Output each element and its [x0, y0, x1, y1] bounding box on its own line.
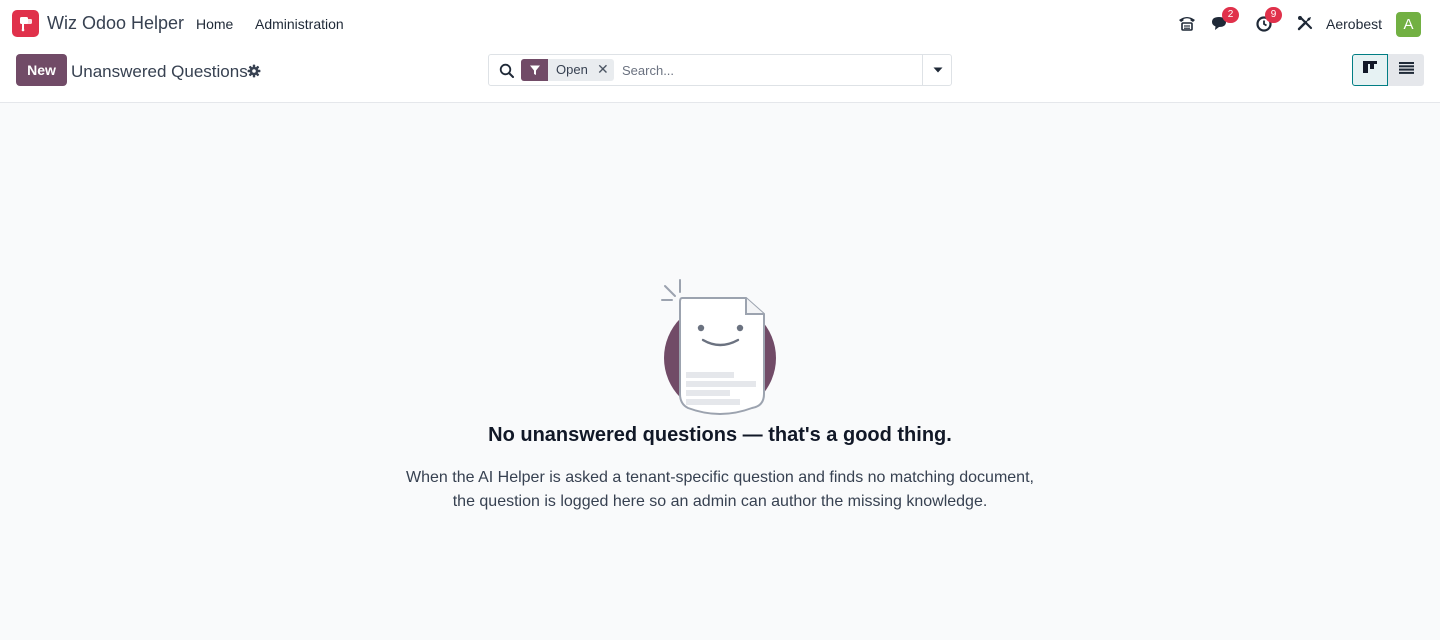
caret-down-icon[interactable]	[922, 55, 952, 85]
app-name[interactable]: Wiz Odoo Helper	[47, 13, 184, 34]
page-title: Unanswered Questions	[71, 62, 248, 81]
company-switcher[interactable]: Aerobest	[1326, 16, 1382, 32]
filter-icon	[521, 59, 548, 81]
empty-state-help: When the AI Helper is asked a tenant-spe…	[406, 469, 1034, 510]
tools-icon[interactable]	[1294, 12, 1316, 34]
kanban-icon	[1363, 60, 1377, 80]
search-facet-open: Open ✕	[521, 59, 614, 81]
chat-icon[interactable]: 2	[1209, 7, 1239, 34]
list-view-button[interactable]	[1388, 54, 1424, 86]
search-bar: Open ✕	[488, 54, 952, 86]
gear-icon[interactable]	[247, 64, 261, 78]
user-avatar[interactable]: A	[1396, 12, 1421, 37]
clock-icon[interactable]: 9	[1253, 7, 1282, 34]
messages-badge: 2	[1222, 7, 1239, 23]
facet-label: Open	[556, 62, 588, 77]
main-navbar: Wiz Odoo Helper Home Administration 2 9	[0, 0, 1440, 48]
search-icon	[499, 63, 515, 79]
app-logo-icon[interactable]	[12, 10, 39, 37]
kanban-view-button[interactable]	[1352, 54, 1388, 86]
search-input[interactable]	[622, 58, 917, 82]
menu-administration[interactable]: Administration	[255, 16, 344, 32]
empty-state-title: No unanswered questions — that's a good …	[488, 424, 952, 446]
new-button[interactable]: New	[16, 54, 67, 86]
control-panel: New Unanswered Questions Open ✕ Search..…	[0, 48, 1440, 103]
phone-icon[interactable]	[1176, 12, 1198, 34]
menu-home[interactable]: Home	[196, 16, 233, 32]
close-icon[interactable]: ✕	[594, 59, 612, 81]
activities-badge: 9	[1265, 7, 1282, 23]
smiling-document-icon	[660, 278, 780, 418]
list-icon	[1398, 61, 1414, 79]
